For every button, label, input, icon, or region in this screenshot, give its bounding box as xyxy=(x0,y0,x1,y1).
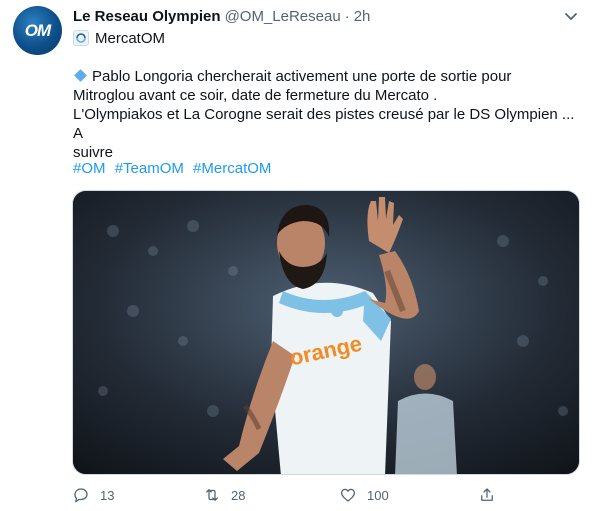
more-options-button[interactable] xyxy=(561,6,581,26)
author-name[interactable]: Le Reseau Olympien xyxy=(73,8,221,25)
tweet-time[interactable]: 2h xyxy=(354,8,371,25)
avatar-monogram: OM xyxy=(24,20,51,40)
retweet-icon xyxy=(206,489,218,501)
like-icon xyxy=(340,488,356,502)
tweet-actions: 13 28 100 xyxy=(72,483,502,507)
context-tag[interactable]: MercatOM xyxy=(73,28,165,48)
author-handle[interactable]: @OM_LeReseau xyxy=(225,8,341,25)
avatar[interactable]: OM xyxy=(13,6,62,55)
hashtag-list: #OM #TeamOM #MercatOM xyxy=(73,160,276,177)
tweet-line-1: Pablo Longoria chercherait activement un… xyxy=(73,67,583,86)
player-photo-illustration: orange xyxy=(73,191,579,474)
retweet-button[interactable]: 28 xyxy=(203,483,245,507)
retweet-count: 28 xyxy=(231,487,246,503)
separator-dot: · xyxy=(344,7,350,25)
reply-button[interactable]: 13 xyxy=(72,483,114,507)
reply-count: 13 xyxy=(100,487,115,503)
tweet-line-3: L'Olympiakos et La Corogne serait des pi… xyxy=(73,106,575,142)
share-icon xyxy=(481,488,493,501)
diamond-icon xyxy=(74,69,87,82)
hashtag-om[interactable]: #OM xyxy=(73,160,106,177)
tweet-line-2: Mitroglou avant ce soir, date de fermetu… xyxy=(73,87,438,104)
tweet-photo[interactable]: orange xyxy=(72,190,580,475)
hashtag-mercatom[interactable]: #MercatOM xyxy=(193,160,271,177)
chevron-down-icon xyxy=(565,13,577,20)
mercatom-logo-icon xyxy=(73,30,89,46)
share-button[interactable] xyxy=(478,483,496,507)
tweet-header: Le Reseau Olympien @OM_LeReseau · 2h xyxy=(73,6,599,26)
tweet-text: Pablo Longoria chercherait activement un… xyxy=(73,67,583,162)
like-count: 100 xyxy=(367,487,389,503)
context-tag-label: MercatOM xyxy=(95,29,166,47)
hashtag-teamom[interactable]: #TeamOM xyxy=(115,160,184,177)
like-button[interactable]: 100 xyxy=(339,483,389,507)
reply-icon xyxy=(74,488,88,503)
